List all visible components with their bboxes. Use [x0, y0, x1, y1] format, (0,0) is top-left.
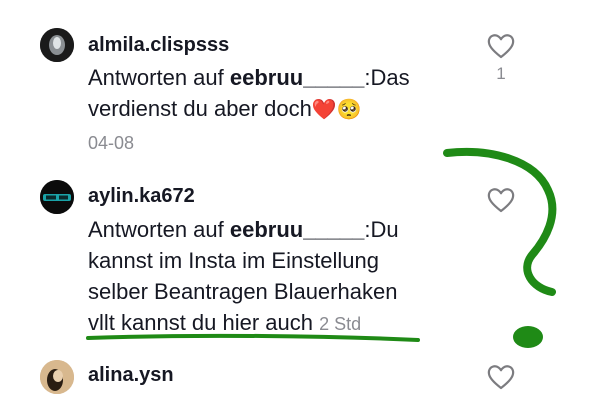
comment-text: Antworten auf eebruu_____:Du kannst im I…: [88, 214, 399, 340]
comment-item: almila.clispsss Antworten auf eebruu____…: [0, 0, 600, 170]
comment-text-line: vllt kannst du hier auch: [88, 310, 314, 335]
heart-outline-icon: [487, 188, 515, 213]
avatar[interactable]: [40, 360, 74, 394]
comment-username[interactable]: almila.clispsss: [88, 34, 229, 57]
avatar-image: [40, 28, 74, 62]
reply-to-username[interactable]: eebruu_____: [230, 217, 365, 242]
comment-text-line: selber Beantragen Blauerhaken: [88, 279, 398, 304]
reply-prefix: Antworten auf: [88, 217, 230, 242]
comment-username[interactable]: alina.ysn: [88, 364, 174, 387]
like-button[interactable]: [486, 186, 516, 214]
comment-username[interactable]: aylin.ka672: [88, 185, 195, 208]
avatar-image: [40, 360, 74, 394]
like-count: 1: [496, 64, 506, 83]
comment-date: 2 Std: [319, 314, 362, 334]
like-button[interactable]: [486, 32, 516, 60]
avatar[interactable]: [40, 28, 74, 62]
heart-outline-icon: [487, 34, 515, 59]
like-button[interactable]: [486, 363, 516, 391]
comment-text: Antworten auf eebruu_____:Das verdienst …: [88, 62, 410, 126]
comment-text-line: :Du: [364, 217, 399, 242]
comment-text-line: :Das: [364, 65, 410, 90]
avatar[interactable]: [40, 180, 74, 214]
reply-to-username[interactable]: eebruu_____: [230, 65, 365, 90]
reply-prefix: Antworten auf: [88, 65, 230, 90]
avatar-image: [40, 180, 74, 214]
comment-item: alina.ysn: [0, 350, 600, 400]
comment-text-line: kannst im Insta im Einstellung: [88, 248, 380, 273]
comment-date: 04-08: [88, 133, 135, 153]
comment-item: aylin.ka672 Antworten auf eebruu_____:Du…: [0, 170, 600, 350]
heart-outline-icon: [487, 365, 515, 390]
comment-text-line: verdienst du aber doch: [88, 96, 312, 121]
emoji-heart-pleading: ❤️🥺: [311, 99, 362, 121]
